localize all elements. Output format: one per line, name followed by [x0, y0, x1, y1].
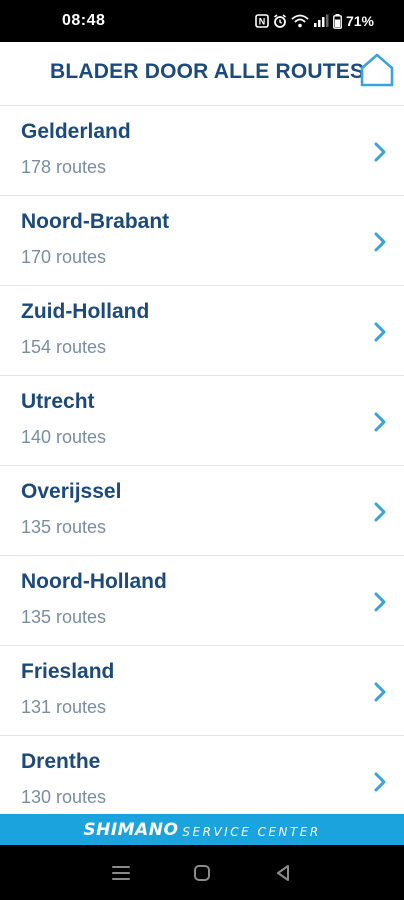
status-bar: 08:48 N 71% [0, 0, 404, 42]
list-item[interactable]: Noord-Brabant 170 routes [0, 196, 404, 286]
brand-logo: SHIMANO [83, 819, 179, 840]
chevron-right-icon [374, 232, 386, 252]
recent-apps-button[interactable] [109, 861, 133, 885]
route-name: Noord-Holland [21, 570, 167, 593]
brand-subtitle: SERVICE CENTER [182, 824, 321, 839]
list-item[interactable]: Zuid-Holland 154 routes [0, 286, 404, 376]
back-icon [277, 864, 290, 881]
home-nav-button[interactable] [190, 861, 214, 885]
chevron-right-icon [374, 412, 386, 432]
chevron-right-icon [374, 682, 386, 702]
route-name: Friesland [21, 660, 115, 683]
route-count: 131 routes [21, 697, 107, 717]
route-count: 135 routes [21, 517, 107, 537]
route-count: 135 routes [21, 607, 107, 627]
list-item[interactable]: Drenthe 130 routes [0, 736, 404, 814]
alarm-icon [273, 14, 286, 28]
battery-icon [333, 13, 342, 29]
list-item[interactable]: Overijssel 135 routes [0, 466, 404, 556]
system-nav-bar [0, 845, 404, 900]
chevron-right-icon [374, 502, 386, 522]
chevron-right-icon [374, 322, 386, 342]
battery-percent: 71% [345, 13, 374, 29]
page-title: BLADER DOOR ALLE ROUTES [50, 60, 365, 83]
route-name: Drenthe [21, 750, 101, 773]
route-name: Zuid-Holland [21, 300, 150, 323]
route-name: Overijssel [21, 480, 122, 503]
chevron-right-icon [374, 772, 386, 792]
route-count: 130 routes [21, 787, 107, 807]
list-item[interactable]: Utrecht 140 routes [0, 376, 404, 466]
chevron-right-icon [374, 142, 386, 162]
route-name: Noord-Brabant [21, 210, 170, 233]
back-button[interactable] [271, 861, 295, 885]
route-count: 154 routes [21, 337, 107, 357]
list-item[interactable]: Noord-Holland 135 routes [0, 556, 404, 646]
home-nav-icon [193, 864, 210, 881]
nfc-icon: N [255, 14, 269, 28]
wifi-icon [291, 14, 309, 28]
route-name: Gelderland [21, 120, 131, 143]
route-count: 140 routes [21, 427, 107, 447]
app-header: BLADER DOOR ALLE ROUTES [0, 42, 404, 106]
svg-text:N: N [259, 17, 266, 27]
route-count: 170 routes [21, 247, 107, 267]
route-list: Gelderland 178 routes Noord-Brabant 170 … [0, 106, 404, 814]
signal-icon [313, 14, 329, 27]
brand-banner: SHIMANO SERVICE CENTER [0, 814, 404, 845]
home-icon[interactable] [359, 52, 395, 88]
recent-apps-icon [111, 865, 130, 880]
list-item[interactable]: Friesland 131 routes [0, 646, 404, 736]
list-item[interactable]: Gelderland 178 routes [0, 106, 404, 196]
route-name: Utrecht [21, 390, 95, 413]
status-icons: N 71% [255, 13, 374, 29]
chevron-right-icon [374, 592, 386, 612]
route-count: 178 routes [21, 157, 107, 177]
status-time: 08:48 [62, 12, 106, 29]
